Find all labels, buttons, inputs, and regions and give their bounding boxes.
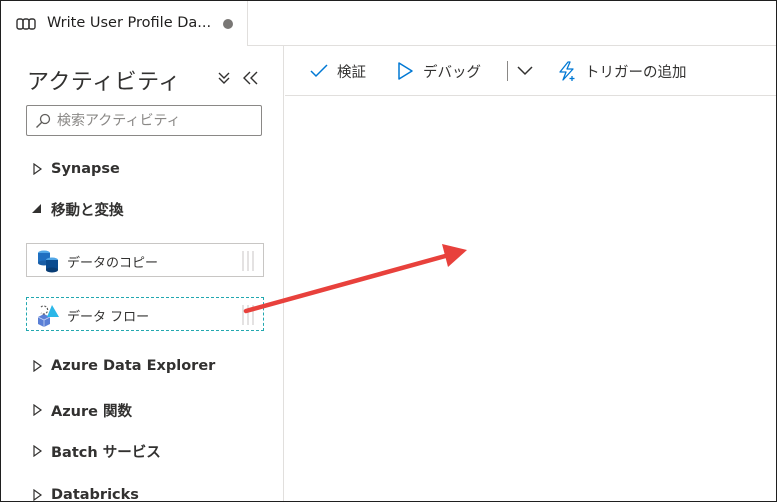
group-label: 移動と変換: [51, 202, 124, 219]
group-azure-data-explorer[interactable]: Azure Data Explorer: [31, 355, 215, 377]
panel-title: アクティビティ: [27, 70, 181, 95]
caret-right-icon: [33, 489, 43, 501]
lightning-icon: [559, 61, 575, 81]
checkmark-icon: [310, 64, 328, 78]
search-icon: [36, 113, 51, 128]
pipeline-canvas[interactable]: [285, 97, 776, 501]
group-label: Azure 関数: [51, 403, 133, 420]
group-label: Batch サービス: [51, 444, 161, 461]
unsaved-indicator[interactable]: [223, 19, 233, 29]
validate-button[interactable]: 検証: [309, 60, 366, 82]
activities-panel: アクティビティ Synapse: [1, 46, 284, 502]
search-input[interactable]: [57, 110, 257, 132]
activity-data-flow[interactable]: データ フロー: [26, 297, 264, 331]
add-trigger-label: トリガーの追加: [585, 64, 687, 81]
group-synapse[interactable]: Synapse: [31, 158, 120, 180]
pipeline-icon: [16, 18, 36, 30]
group-label: Databricks: [51, 487, 139, 502]
group-batch-service[interactable]: Batch サービス: [31, 440, 161, 462]
group-databricks[interactable]: Databricks: [31, 484, 139, 502]
caret-right-icon: [33, 445, 43, 457]
double-chevron-down-icon[interactable]: [216, 70, 232, 86]
activity-copy-data[interactable]: データのコピー: [26, 243, 264, 277]
activity-label: データのコピー: [67, 256, 159, 271]
activity-search-box: [26, 105, 262, 136]
drag-handle-icon[interactable]: [241, 250, 257, 272]
group-label: Synapse: [51, 161, 120, 177]
pipeline-tab[interactable]: Write User Profile Da...: [1, 1, 248, 46]
validate-label: 検証: [337, 64, 366, 81]
app-window: Write User Profile Da... アクティビティ Sy: [0, 0, 777, 502]
pipeline-toolbar: 検証 デバッグ トリガーの追加: [285, 46, 776, 96]
debug-button[interactable]: デバッグ: [395, 60, 481, 82]
drag-handle-icon[interactable]: [241, 304, 257, 326]
caret-down-icon: [32, 204, 41, 213]
chevron-down-icon[interactable]: [516, 62, 534, 80]
add-trigger-button[interactable]: トリガーの追加: [557, 60, 687, 82]
group-label: Azure Data Explorer: [51, 358, 216, 374]
play-icon: [398, 62, 413, 80]
tab-title: Write User Profile Da...: [47, 15, 212, 31]
data-flow-icon: [37, 305, 59, 327]
toolbar-separator: [507, 61, 508, 81]
caret-right-icon: [33, 163, 43, 175]
tab-bar: Write User Profile Da...: [1, 1, 776, 46]
activity-label: データ フロー: [67, 310, 150, 325]
group-azure-functions[interactable]: Azure 関数: [31, 399, 132, 421]
caret-right-icon: [33, 404, 43, 416]
group-move-transform[interactable]: 移動と変換: [31, 198, 124, 220]
caret-right-icon: [33, 360, 43, 372]
debug-label: デバッグ: [423, 64, 481, 81]
double-chevron-left-icon[interactable]: [241, 70, 259, 86]
copy-data-icon: [38, 250, 58, 273]
